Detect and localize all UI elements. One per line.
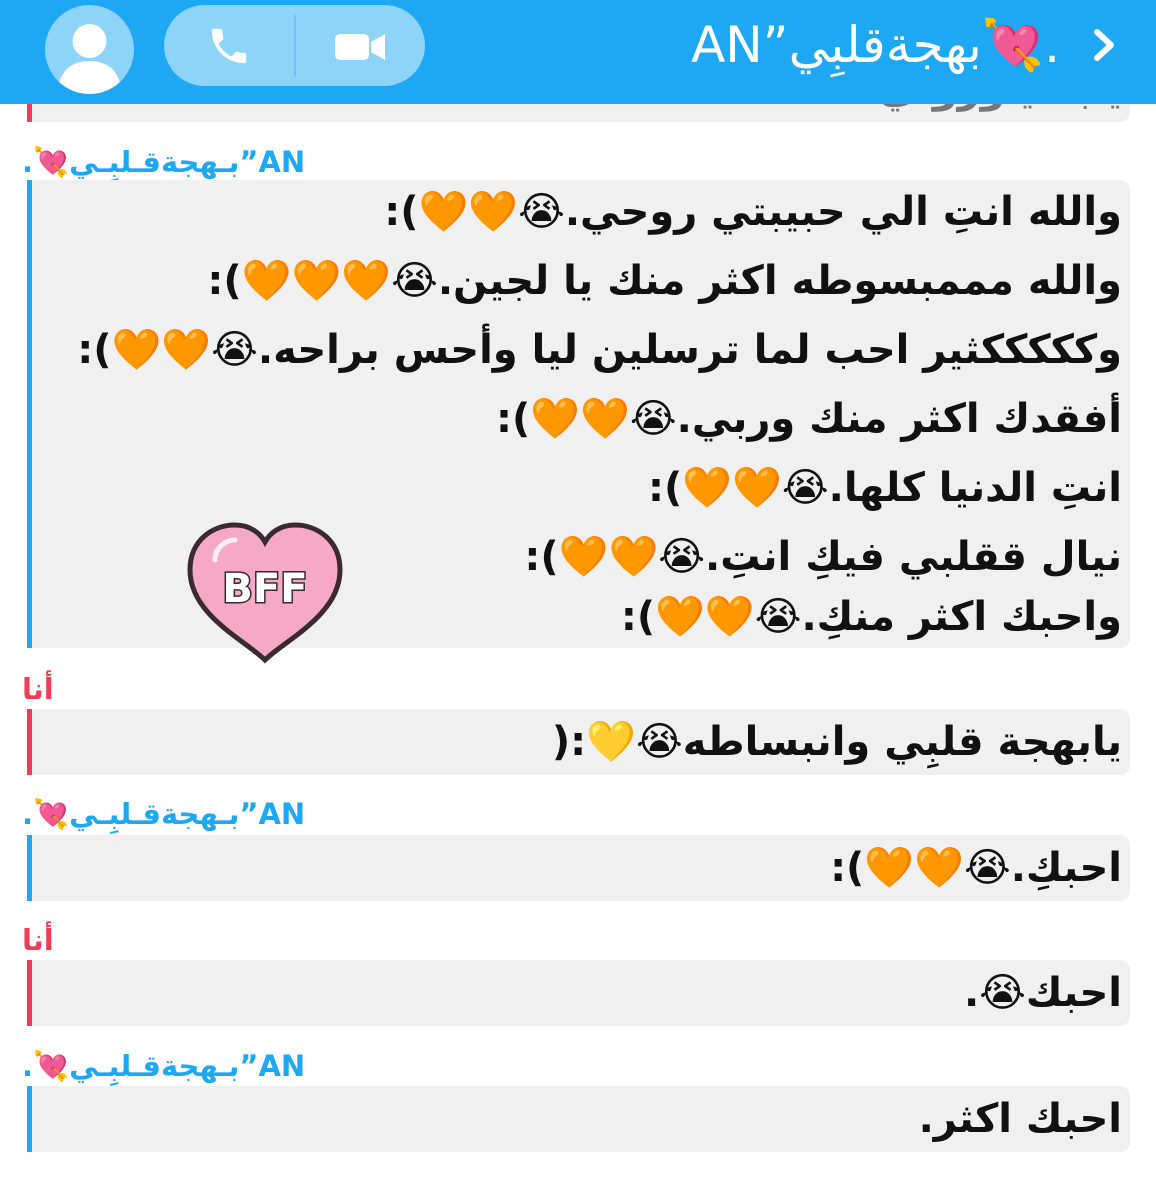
sender-name: أنا — [22, 923, 54, 957]
message-line: واحبك اكثر منكِ.😭🧡🧡): — [620, 594, 1122, 640]
message-bar — [27, 960, 32, 1026]
bff-heart-sticker[interactable]: BFF — [185, 520, 345, 665]
sender-name: .💘بـهجةقـلبِـي”AN — [22, 145, 306, 179]
message-line: أفقدك اكثر منك وربي.😭🧡🧡): — [496, 396, 1122, 442]
message-line: وكككككثير احب لما ترسلين ليا وأحس براحه.… — [77, 327, 1122, 373]
sender-name: أنا — [22, 672, 54, 706]
message-line: والله مممبسوطه اكثر منك يا لجين.😭🧡🧡🧡): — [207, 258, 1122, 304]
message-bubble-fragment: يابـ ـيـوروـي — [27, 104, 1130, 122]
chat-header: .💘بهجةقلبِي”AN — [0, 0, 1156, 104]
sender-name: .💘بـهجةقـلبِـي”AN — [22, 1049, 306, 1083]
message-bubble: احبكِ.😭🧡🧡): — [27, 835, 1130, 901]
avatar-icon — [57, 24, 122, 94]
message-bar — [27, 104, 32, 122]
sender-name: .💘بـهجةقـلبِـي”AN — [22, 797, 306, 831]
video-camera-icon — [335, 33, 385, 60]
avatar[interactable] — [45, 5, 134, 94]
message-bar — [27, 835, 32, 901]
call-buttons — [164, 5, 425, 86]
message-bar — [27, 709, 32, 775]
message-bubble: احبك😭. — [27, 960, 1130, 1026]
phone-icon — [211, 28, 247, 63]
voice-call-button[interactable] — [164, 5, 294, 86]
message-text-fragment: يابـ ـيـوروـي — [879, 104, 1122, 122]
video-call-button[interactable] — [295, 5, 425, 86]
message-bubble: احبك اكثر. — [27, 1086, 1130, 1152]
message-line: يابهجة قلبِي وانبساطه😭💛:( — [551, 719, 1122, 765]
message-bubble: يابهجة قلبِي وانبساطه😭💛:( — [27, 709, 1130, 775]
chevron-right-icon[interactable] — [1085, 20, 1125, 70]
message-line: احبكِ.😭🧡🧡): — [830, 845, 1122, 891]
message-line: احبك اكثر. — [918, 1096, 1122, 1142]
chat-area[interactable]: يابـ ـيـوروـي .💘بـهجةقـلبِـي”AN والله ان… — [0, 104, 1156, 1200]
message-bar — [27, 1086, 32, 1152]
message-line: احبك😭. — [963, 970, 1122, 1016]
chat-title[interactable]: .💘بهجةقلبِي”AN — [691, 10, 1060, 80]
sticker-text: BFF — [222, 566, 307, 612]
message-line: والله انتِ الي حبيبتي روحي.😭🧡🧡): — [384, 189, 1122, 235]
message-line: انتِ الدنيا كلها.😭🧡🧡): — [648, 465, 1122, 511]
message-bar — [27, 180, 32, 648]
